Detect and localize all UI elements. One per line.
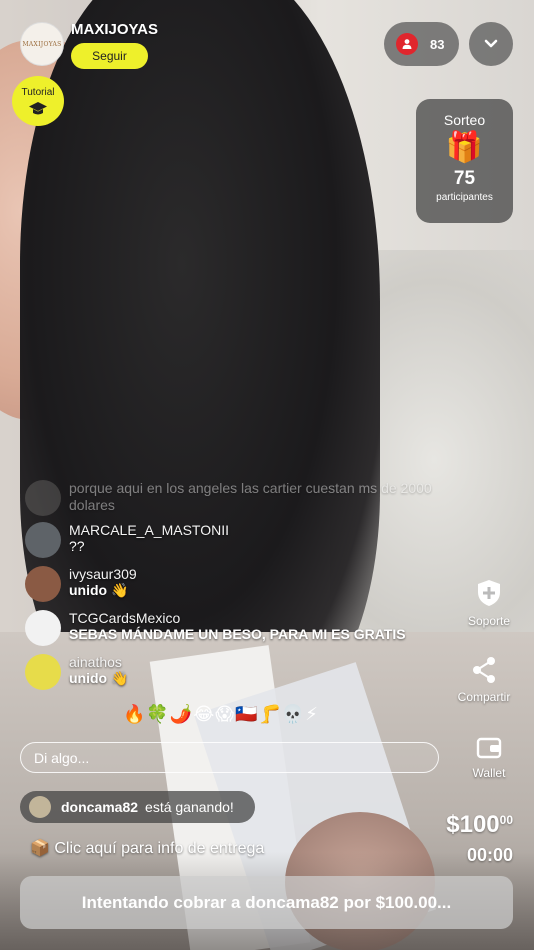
host-name[interactable]: MAXIJOYAS	[71, 21, 158, 38]
winner-banner: doncama82 está ganando!	[20, 791, 255, 823]
auction-timer: 00:00	[466, 845, 513, 865]
winner-avatar	[29, 796, 51, 818]
share-icon	[473, 657, 495, 683]
chat-message: ainathos unido 👋	[25, 654, 435, 690]
host-avatar[interactable]: MAXIJOYAS	[20, 22, 64, 66]
winner-username: doncama82	[61, 799, 139, 815]
chat-username: ivysaur309	[69, 566, 137, 582]
winner-status: está ganando!	[145, 799, 234, 815]
raffle-subtitle: participantes	[436, 192, 493, 203]
chat-avatar	[25, 566, 61, 602]
viewer-count-value: 83	[430, 36, 445, 52]
shield-plus-icon	[478, 580, 500, 606]
chat-text: unido 👋	[69, 582, 129, 598]
chat-username: ainathos	[69, 654, 122, 670]
tutorial-button[interactable]: Tutorial	[12, 76, 64, 126]
chat-username: TCGCardsMexico	[69, 610, 181, 626]
wallet-button[interactable]: Wallet	[454, 736, 524, 780]
support-label: Soporte	[467, 614, 511, 628]
wallet-icon	[476, 737, 502, 759]
user-icon	[396, 33, 418, 55]
share-label: Compartir	[457, 690, 511, 704]
follow-button[interactable]: Seguir	[71, 43, 148, 69]
package-icon: 📦	[30, 840, 50, 857]
reaction-bar[interactable]: 🔥🍀🌶️😂😱🇨🇱🦵💀⚡	[123, 704, 319, 725]
raffle-title: Sorteo	[443, 112, 486, 128]
chat-message: TCGCardsMexico SEBAS MÁNDAME UN BESO, PA…	[25, 610, 435, 646]
chat-username: MARCALE_A_MASTONII	[69, 522, 230, 538]
gift-icon: 🎁	[445, 131, 484, 164]
chat-input[interactable]: Di algo...	[20, 742, 439, 773]
share-button[interactable]: Compartir	[449, 656, 519, 704]
chat-text: SEBAS MÁNDAME UN BESO, PARA MI ES GRATIS	[69, 626, 406, 642]
tutorial-label: Tutorial	[21, 87, 55, 98]
wallet-label: Wallet	[472, 766, 506, 780]
chat-avatar	[25, 480, 61, 516]
bid-price-value: $100	[446, 811, 500, 838]
raffle-card[interactable]: Sorteo 🎁 75 participantes	[416, 99, 513, 223]
viewer-count[interactable]: 83	[384, 22, 459, 66]
chat-message: porque aqui en los angeles las cartier c…	[25, 480, 435, 516]
collapse-button[interactable]	[469, 22, 513, 66]
delivery-info-link[interactable]: 📦 Clic aquí para info de entrega	[30, 838, 264, 858]
bid-price-cents: 00	[499, 813, 513, 827]
chat-username: porque aqui en los angeles las cartier c…	[69, 480, 432, 513]
charge-status-button[interactable]: Intentando cobrar a doncama82 por $100.0…	[20, 876, 513, 929]
delivery-text: Clic aquí para info de entrega	[54, 840, 265, 857]
chat-text: unido 👋	[69, 670, 129, 686]
raffle-count: 75	[453, 168, 476, 189]
chat-text: ??	[69, 538, 85, 554]
support-button[interactable]: Soporte	[454, 578, 524, 628]
chat-avatar	[25, 522, 61, 558]
chevron-down-icon	[484, 39, 498, 48]
bid-price: $10000	[446, 811, 513, 839]
chat-message: MARCALE_A_MASTONII ??	[25, 522, 435, 558]
graduation-cap-icon	[29, 102, 47, 115]
host-logo-text: MAXIJOYAS	[22, 40, 62, 48]
chat-avatar	[25, 654, 61, 690]
chat-message: ivysaur309 unido 👋	[25, 566, 435, 602]
chat-avatar	[25, 610, 61, 646]
